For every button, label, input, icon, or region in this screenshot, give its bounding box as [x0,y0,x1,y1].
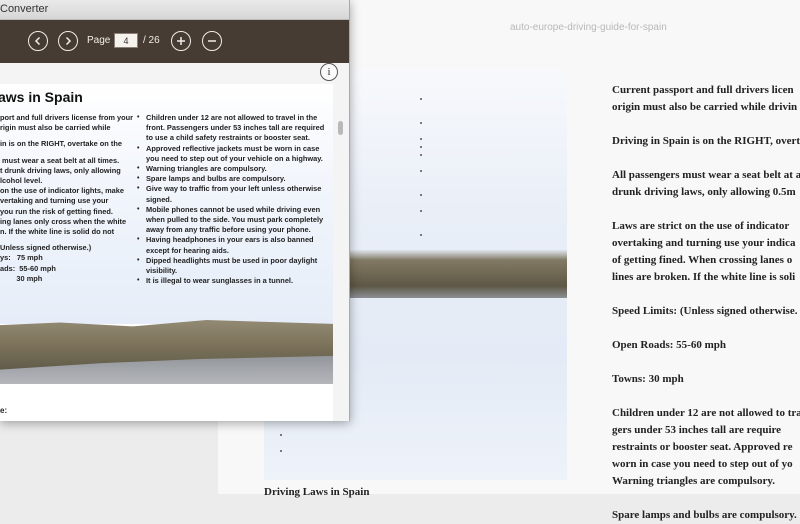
preview-left-line: vertaking and turning use your [0,196,109,206]
document-text-line: worn in case you need to step out of yo [612,458,793,470]
preview-left-line: rigin must also be carried while [0,123,111,133]
preview-heading: aws in Spain [0,89,83,105]
document-body-text: Current passport and full drivers licen o… [612,82,800,524]
document-text-line: Speed Limits: (Unless signed otherwise. [612,305,798,317]
preview-left-line: ing lanes only cross when the white [0,216,127,226]
document-text-line: Driving in Spain is on the RIGHT, overt [612,135,800,147]
document-text-line [612,150,800,167]
page-preview: aws in Spain port and full drivers licen… [0,84,333,421]
document-text-line: drunk driving laws, only allowing 0.5m [612,186,796,198]
document-text-line: Warning triangles are compulsory. [612,475,775,487]
document-text-line: All passengers must wear a seat belt at … [612,169,800,181]
zoom-out-button[interactable] [202,31,222,51]
document-text-line [612,320,800,337]
document-text-line: restraints or booster seat. Approved re [612,441,793,453]
preview-bullet-item: Having headphones in your ears is also b… [137,235,333,255]
preview-left-line: Unless signed otherwise.) [0,243,92,253]
document-text-line: lines are broken. If the white line is s… [612,271,796,283]
viewer-toolbar: Page / 26 [0,20,349,63]
info-button[interactable]: i [320,63,338,81]
document-text-line: Towns: 30 mph [612,373,684,385]
preview-right-column: Children under 12 are not allowed to tra… [137,113,333,287]
previous-page-button[interactable] [28,31,48,51]
page-label: Page [87,35,111,46]
preview-left-line: on the use of indicator lights, make [0,186,125,196]
document-text-line: origin must also be carried while drivin [612,101,798,113]
zoom-in-button[interactable] [171,31,191,51]
document-photo-caption: Driving Laws in Spain [264,486,370,498]
chevron-left-icon [34,36,41,46]
preview-left-line: you run the risk of getting fined. [0,206,113,216]
next-page-button[interactable] [58,31,78,51]
document-text-line: overtaking and turning use your indica [612,237,796,249]
document-text-line: Children under 12 are not allowed to tra [612,407,800,419]
document-text-line: gers under 53 inches tall are require [612,424,782,436]
preview-left-line: port and full drivers license from your [0,113,134,122]
preview-bullet-item: Approved reflective jackets must be worn… [137,144,333,164]
document-text-line [612,286,800,303]
preview-left-line: must wear a seat belt at all times. [0,155,120,165]
document-text-line [612,388,800,405]
document-text-line: Spare lamps and bulbs are compulsory. [612,509,797,521]
document-text-line: Current passport and full drivers licen [612,84,794,96]
document-text-line [612,490,800,507]
scrollbar-thumb[interactable] [338,121,343,135]
document-text-line: of getting fined. When crossing lanes o [612,254,793,266]
preview-bullet-item: Dipped headlights must be used in poor d… [137,256,333,276]
window-titlebar[interactable]: Converter [0,0,349,20]
document-text-line [612,116,800,133]
preview-scrollbar[interactable] [333,84,349,421]
converter-window: Converter Page / 26 i [0,0,350,421]
preview-left-line: t drunk driving laws, only allowing [0,165,121,175]
chevron-right-icon [65,36,72,46]
preview-bullet-item: Mobile phones cannot be used while drivi… [137,205,333,236]
document-text-line: Laws are strict on the use of indicator [612,220,790,232]
plus-icon [177,37,185,45]
preview-left-line: n. If the white line is solid do not [0,227,115,237]
preview-bullet-item: Warning triangles are compulsory. [137,164,333,174]
minus-icon [208,40,216,42]
info-icon: i [327,66,331,78]
preview-left-column: port and full drivers license from your r… [0,113,138,284]
preview-left-line: ys: 75 mph [0,253,43,263]
page-number-input[interactable] [114,33,138,48]
preview-bullet-item: It is illegal to wear sunglasses in a tu… [137,276,333,286]
document-text-line [612,201,800,218]
document-text-line [612,354,800,371]
preview-left-line: ads: 55-60 mph [0,263,56,273]
preview-bullet-item: Spare lamps and bulbs are compulsory. [137,174,333,184]
preview-left-line: lcohol level. [0,176,43,186]
preview-bottom-text: e: [0,406,8,415]
preview-bullet-item: Children under 12 are not allowed to tra… [137,113,333,144]
preview-left-line: in is on the RIGHT, overtake on the [0,139,122,149]
window-title: Converter [0,3,49,15]
preview-left-line: 30 mph [0,273,43,283]
page-total: / 26 [143,35,160,46]
document-text-line: Open Roads: 55-60 mph [612,339,726,351]
preview-bullet-item: Give way to traffic from your left unles… [137,184,333,204]
document-file-name: auto-europe-driving-guide-for-spain [510,22,667,33]
